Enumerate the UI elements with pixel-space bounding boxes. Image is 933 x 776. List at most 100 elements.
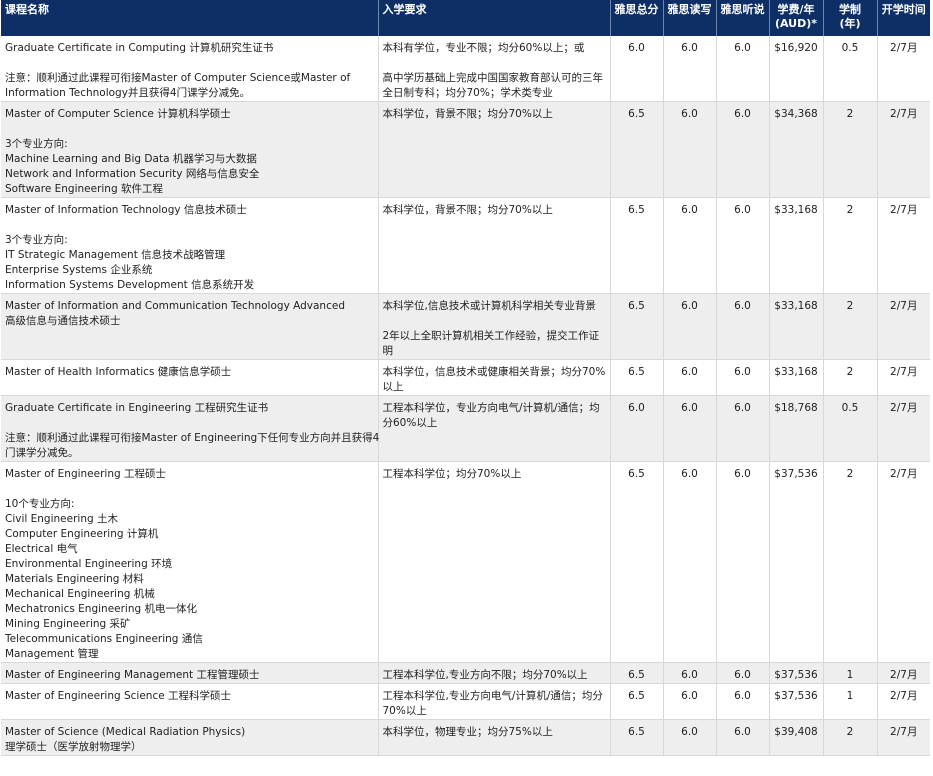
table-row: Graduate Certificate in Engineering 工程研究… [1,395,930,462]
requirement-line: 高中学历基础上完成中国国家教育部认可的三年 [382,72,604,84]
table-row: Master of Information Technology 信息技术硕士 3… [1,197,930,294]
course-name-line: Telecommunications Engineering 通信 [5,633,203,645]
header-ielts-ls: 雅思听说 [716,0,770,36]
intake-cell: 2/7月 [877,461,930,663]
course-name-line: 门课学分减免。 [5,447,79,459]
ielts-rw-cell: 6.0 [663,359,717,396]
tuition-cell: $18,768 [769,395,824,462]
requirement-cell: 本科学位，信息技术或健康相关背景；均分70% 以上 [378,359,611,396]
ielts-ls-cell: 6.0 [716,101,770,198]
intake-cell: 2/7月 [877,36,930,102]
header-course: 课程名称 [1,0,379,36]
intake-cell: 2/7月 [877,359,930,396]
course-name-line: 3个专业方向: [5,234,68,246]
course-name-cell: Master of Information Technology 信息技术硕士 3… [1,197,379,294]
course-name-line: Master of Health Informatics 健康信息学硕士 [5,366,232,378]
requirement-line: 2年以上全职计算机相关工作经验，提交工作证 [382,330,600,342]
course-name-line: Computer Engineering 计算机 [5,528,159,540]
header-ielts-rw: 雅思读写 [663,0,717,36]
course-name-line: Master of Information and Communication … [5,300,345,312]
course-name-cell: Master of Engineering Management 工程管理硕士 [1,662,379,684]
requirement-line: 本科学位,信息技术或计算机科学相关专业背景 [382,300,596,312]
table-row: Graduate Certificate in Computing 计算机研究生… [1,36,930,102]
tuition-cell: $37,536 [769,683,824,720]
duration-cell: 1 [823,662,878,684]
ielts-total-cell: 6.5 [610,293,664,360]
course-name-line: Electrical 电气 [5,543,78,555]
ielts-rw-cell: 6.0 [663,662,717,684]
requirement-line: 工程本科学位,专业方向电气/计算机/通信；均分 [382,690,603,702]
header-intake: 开学时间 [877,0,930,36]
table-row: Master of Computer Science 计算机科学硕士 3个专业方向… [1,101,930,198]
course-name-line: Mechanical Engineering 机械 [5,588,155,600]
course-name-line: Graduate Certificate in Computing 计算机研究生… [5,42,274,54]
tuition-cell: $34,368 [769,101,824,198]
ielts-rw-cell: 6.0 [663,719,717,756]
tuition-cell: $33,168 [769,359,824,396]
table-row: Master of Engineering Management 工程管理硕士 工… [1,662,930,684]
tuition-cell: $39,408 [769,719,824,756]
course-name-line: Network and Information Security 网络与信息安全 [5,168,260,180]
requirement-cell: 工程本科学位,专业方向不限；均分70%以上 [378,662,611,684]
intake-cell: 2/7月 [877,719,930,756]
ielts-ls-cell: 6.0 [716,719,770,756]
intake-cell: 2/7月 [877,683,930,720]
ielts-total-cell: 6.5 [610,461,664,663]
course-name-line: Environmental Engineering 环境 [5,558,173,570]
requirement-line: 工程本科学位；均分70%以上 [382,468,522,480]
course-name-line: 注意：顺利通过此课程可衔接Master of Engineering下任何专业方… [5,432,380,444]
course-name-line: Software Engineering 软件工程 [5,183,163,195]
requirement-line: 本科学位，背景不限；均分70%以上 [382,108,553,120]
duration-cell: 2 [823,719,878,756]
course-name-line: Master of Science (Medical Radiation Phy… [5,726,246,738]
course-name-line: Master of Engineering Management 工程管理硕士 [5,669,260,681]
tuition-cell: $33,168 [769,293,824,360]
course-name-cell: Master of Engineering 工程硕士 10个专业方向: Civil … [1,461,379,663]
header-ielts-total: 雅思总分 [610,0,664,36]
course-name-line: Machine Learning and Big Data 机器学习与大数据 [5,153,257,165]
requirement-cell: 工程本科学位,专业方向电气/计算机/通信；均分 70%以上 [378,683,611,720]
ielts-total-cell: 6.0 [610,36,664,102]
header-tuition: 学费/年 (AUD)* [769,0,824,36]
table-row: Master of Engineering Science 工程科学硕士 工程本科… [1,683,930,720]
course-name-cell: Master of Information and Communication … [1,293,379,360]
tuition-cell: $37,536 [769,461,824,663]
intake-cell: 2/7月 [877,662,930,684]
course-name-line: Master of Information Technology 信息技术硕士 [5,204,247,216]
requirement-line: 本科学位，背景不限；均分70%以上 [382,204,553,216]
course-name-line: Enterprise Systems 企业系统 [5,264,153,276]
requirement-line: 本科学位，物理专业；均分75%以上 [382,726,553,738]
course-name-line: Mechatronics Engineering 机电一体化 [5,603,197,615]
course-name-line: 10个专业方向: [5,498,75,510]
course-name-cell: Graduate Certificate in Engineering 工程研究… [1,395,380,462]
ielts-rw-cell: 6.0 [663,101,717,198]
requirement-line: 工程本科学位,专业方向不限；均分70%以上 [382,669,588,681]
ielts-total-cell: 6.5 [610,719,664,756]
duration-cell: 2 [823,101,878,198]
duration-cell: 2 [823,359,878,396]
course-name-line: 理学硕士（医学放射物理学） [5,741,142,753]
header-duration: 学制 (年) [823,0,878,36]
course-name-line: 3个专业方向: [5,138,68,150]
table-body: Graduate Certificate in Computing 计算机研究生… [1,36,930,756]
duration-cell: 0.5 [823,36,878,102]
requirement-line: 本科学位，信息技术或健康相关背景；均分70% [382,366,606,378]
requirement-cell: 工程本科学位，专业方向电气/计算机/通信；均 分60%以上 [378,395,611,462]
course-name-line: Information Systems Development 信息系统开发 [5,279,255,291]
requirement-line: 明 [382,345,394,357]
requirement-cell: 本科学位，背景不限；均分70%以上 [378,197,611,294]
ielts-ls-cell: 6.0 [716,197,770,294]
table-header-row: 课程名称 入学要求 雅思总分 雅思读写 雅思听说 学费/年 (AUD)* 学制 … [1,0,930,36]
ielts-ls-cell: 6.0 [716,36,770,102]
tuition-cell: $16,920 [769,36,824,102]
intake-cell: 2/7月 [877,101,930,198]
ielts-total-cell: 6.0 [610,395,664,462]
course-name-line: Civil Engineering 土木 [5,513,118,525]
course-name-cell: Master of Science (Medical Radiation Phy… [1,719,379,756]
course-name-cell: Master of Engineering Science 工程科学硕士 [1,683,379,720]
